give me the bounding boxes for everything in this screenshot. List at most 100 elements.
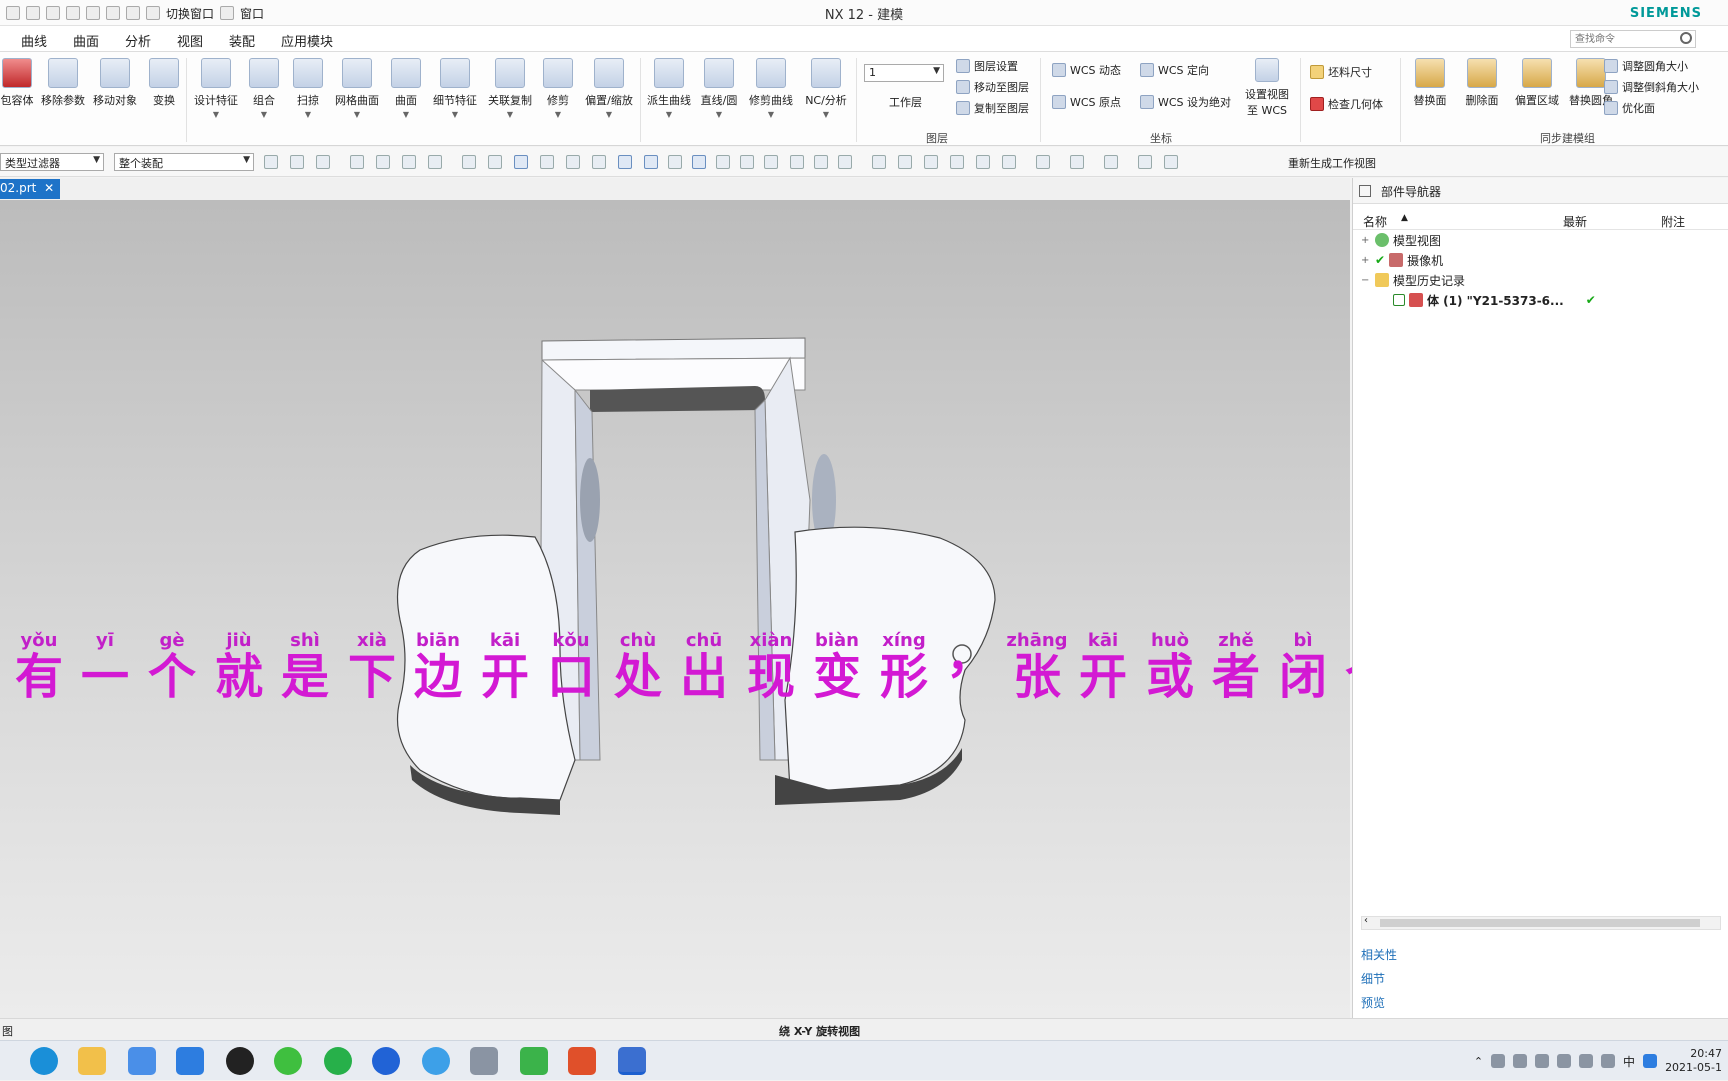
tool-nc-analysis[interactable]: NC/分析 ▼ xyxy=(802,58,850,119)
section-dependencies[interactable]: 相关性 xyxy=(1361,946,1397,963)
menu-surface[interactable]: 曲面 xyxy=(73,31,99,50)
select-icon[interactable] xyxy=(428,155,442,169)
dropdown-arrow-icon[interactable]: ▼ xyxy=(292,110,324,119)
camtasia-icon[interactable] xyxy=(520,1047,548,1075)
dropdown-arrow-icon[interactable]: ▼ xyxy=(248,110,280,119)
dropdown-arrow-icon[interactable]: ▼ xyxy=(542,110,574,119)
copy-to-layer-button[interactable]: 复制至图层 xyxy=(956,100,1029,116)
select-icon[interactable] xyxy=(488,155,502,169)
collapse-icon[interactable]: − xyxy=(1361,275,1371,286)
network-icon[interactable] xyxy=(1557,1054,1572,1068)
dropdown-arrow-icon[interactable]: ▼ xyxy=(486,110,534,119)
select-icon[interactable] xyxy=(350,155,364,169)
select-icon[interactable] xyxy=(316,155,330,169)
visibility-checkbox[interactable] xyxy=(1393,294,1405,306)
clock[interactable]: 20:47 2021-05-1 xyxy=(1665,1047,1722,1075)
view-icon[interactable] xyxy=(924,155,938,169)
tool-mesh-surface[interactable]: 网格曲面 ▼ xyxy=(332,58,382,119)
expand-icon[interactable]: + xyxy=(1361,235,1371,246)
dropdown-arrow-icon[interactable]: ▼ xyxy=(582,110,636,119)
column-notes[interactable]: 附注 xyxy=(1661,213,1685,230)
wechat-icon[interactable] xyxy=(274,1047,302,1075)
layer-settings-button[interactable]: 图层设置 xyxy=(956,58,1018,74)
scroll-left-icon[interactable]: ‹ xyxy=(1364,915,1368,926)
tool-remove-params[interactable]: 移除参数 xyxy=(40,58,86,108)
dropdown-arrow-icon[interactable]: ▼ xyxy=(698,110,740,119)
tool-design-feature[interactable]: 设计特征 ▼ xyxy=(190,58,242,119)
snap-icon[interactable] xyxy=(692,155,706,169)
tool-delete-face[interactable]: 删除面 xyxy=(1460,58,1504,108)
wechat-tray-icon[interactable] xyxy=(1513,1054,1528,1068)
tool-transform[interactable]: 变换 xyxy=(148,58,180,108)
dropdown-arrow-icon[interactable]: ▼ xyxy=(644,110,694,119)
snap-icon[interactable] xyxy=(618,155,632,169)
sort-ascending-icon[interactable]: ▲ xyxy=(1401,213,1408,223)
tool-offset-region[interactable]: 偏置区域 xyxy=(1512,58,1562,108)
file-explorer-icon[interactable] xyxy=(78,1047,106,1075)
tool-sweep[interactable]: 扫掠 ▼ xyxy=(292,58,324,119)
dropdown-arrow-icon[interactable]: ▼ xyxy=(190,110,242,119)
view-icon[interactable] xyxy=(898,155,912,169)
section-details[interactable]: 细节 xyxy=(1361,970,1385,987)
resize-chamfer-button[interactable]: 调整倒斜角大小 xyxy=(1604,79,1699,95)
cloud-drive-icon[interactable] xyxy=(128,1047,156,1075)
navigator-pin-checkbox[interactable] xyxy=(1359,185,1371,197)
snap-icon[interactable] xyxy=(764,155,778,169)
graphics-viewport[interactable] xyxy=(0,200,1350,1018)
view-icon[interactable] xyxy=(1002,155,1016,169)
filter-icon[interactable] xyxy=(264,155,278,169)
render-icon[interactable] xyxy=(1164,155,1178,169)
wcs-set-absolute-button[interactable]: WCS 设为绝对 xyxy=(1140,94,1231,110)
menu-analysis[interactable]: 分析 xyxy=(125,31,151,50)
menu-assembly[interactable]: 装配 xyxy=(229,31,255,50)
tool-bounding-body[interactable]: 包容体 xyxy=(0,58,34,108)
browser-icon[interactable] xyxy=(324,1047,352,1075)
snap-icon[interactable] xyxy=(592,155,606,169)
security-icon[interactable] xyxy=(1535,1054,1550,1068)
render-icon[interactable] xyxy=(1138,155,1152,169)
calculator-icon[interactable] xyxy=(470,1047,498,1075)
select-icon[interactable] xyxy=(376,155,390,169)
tree-node-model-views[interactable]: + 模型视图 xyxy=(1361,230,1441,250)
menu-view[interactable]: 视图 xyxy=(177,31,203,50)
snap-icon[interactable] xyxy=(514,155,528,169)
app-icon[interactable] xyxy=(422,1047,450,1075)
resize-blend-button[interactable]: 调整圆角大小 xyxy=(1604,58,1688,74)
select-icon[interactable] xyxy=(462,155,476,169)
snap-icon[interactable] xyxy=(668,155,682,169)
file-tab[interactable]: 02.prt ✕ xyxy=(0,179,61,199)
tool-line-arc[interactable]: 直线/圆 ▼ xyxy=(698,58,740,119)
ime-indicator[interactable]: 中 xyxy=(1623,1053,1635,1070)
wcs-dynamic-button[interactable]: WCS 动态 xyxy=(1052,62,1121,78)
tool-combine[interactable]: 组合 ▼ xyxy=(248,58,280,119)
render-icon[interactable] xyxy=(1104,155,1118,169)
edge-browser-icon[interactable] xyxy=(30,1047,58,1075)
navigator-horizontal-scrollbar[interactable]: ‹ xyxy=(1361,915,1721,930)
snap-icon[interactable] xyxy=(838,155,852,169)
assembly-scope-select[interactable]: 整个装配 ▼ xyxy=(114,153,254,171)
wifi-icon[interactable] xyxy=(1579,1054,1594,1068)
render-icon[interactable] xyxy=(1070,155,1084,169)
view-icon[interactable] xyxy=(950,155,964,169)
optimize-face-button[interactable]: 优化面 xyxy=(1604,100,1655,116)
volume-icon[interactable] xyxy=(1601,1054,1616,1068)
tool-associative-copy[interactable]: 关联复制 ▼ xyxy=(486,58,534,119)
snap-icon[interactable] xyxy=(644,155,658,169)
column-name[interactable]: 名称 xyxy=(1363,213,1387,230)
regenerate-view-button[interactable]: 重新生成工作视图 xyxy=(1288,155,1376,171)
wcs-orient-button[interactable]: WCS 定向 xyxy=(1140,62,1209,78)
tool-derived-curve[interactable]: 派生曲线 ▼ xyxy=(644,58,694,119)
menu-applications[interactable]: 应用模块 xyxy=(281,31,333,50)
stock-size-button[interactable]: 坯料尺寸 xyxy=(1310,64,1372,80)
tool-offset-scale[interactable]: 偏置/缩放 ▼ xyxy=(582,58,636,119)
snap-icon[interactable] xyxy=(740,155,754,169)
snap-icon[interactable] xyxy=(790,155,804,169)
wcs-origin-button[interactable]: WCS 原点 xyxy=(1052,94,1121,110)
command-search-input[interactable] xyxy=(1570,30,1696,48)
work-layer-select[interactable]: 1 ▼ xyxy=(864,64,944,82)
snap-icon[interactable] xyxy=(814,155,828,169)
app-icon[interactable] xyxy=(372,1047,400,1075)
filter-icon[interactable] xyxy=(290,155,304,169)
tree-node-camera[interactable]: + ✔ 摄像机 xyxy=(1361,250,1443,270)
dropdown-arrow-icon[interactable]: ▼ xyxy=(746,110,796,119)
